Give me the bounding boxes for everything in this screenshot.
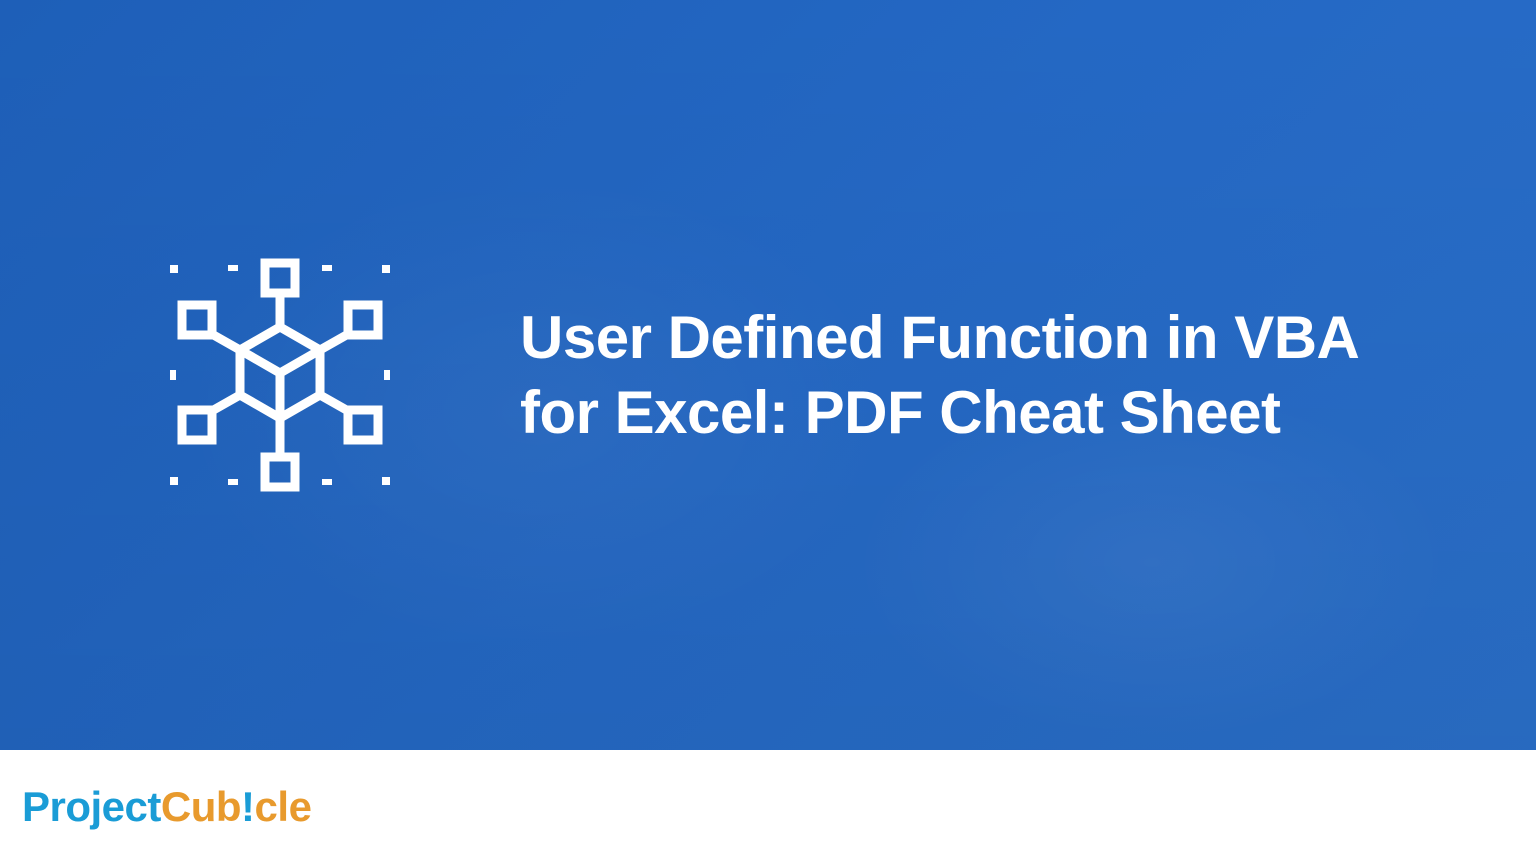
logo-part-cub: Cub bbox=[161, 783, 241, 830]
brand-logo: ProjectCub!cle bbox=[22, 783, 311, 831]
logo-part-cle: cle bbox=[255, 783, 312, 830]
hero-title: User Defined Function in VBA for Excel: … bbox=[520, 300, 1406, 450]
logo-part-exclaim: ! bbox=[241, 783, 255, 830]
hero-banner: User Defined Function in VBA for Excel: … bbox=[0, 0, 1536, 750]
logo-part-project: Project bbox=[22, 783, 161, 830]
footer-bar: ProjectCub!cle bbox=[0, 750, 1536, 864]
hero-content: User Defined Function in VBA for Excel: … bbox=[130, 225, 1406, 525]
cube-network-icon bbox=[130, 225, 430, 525]
